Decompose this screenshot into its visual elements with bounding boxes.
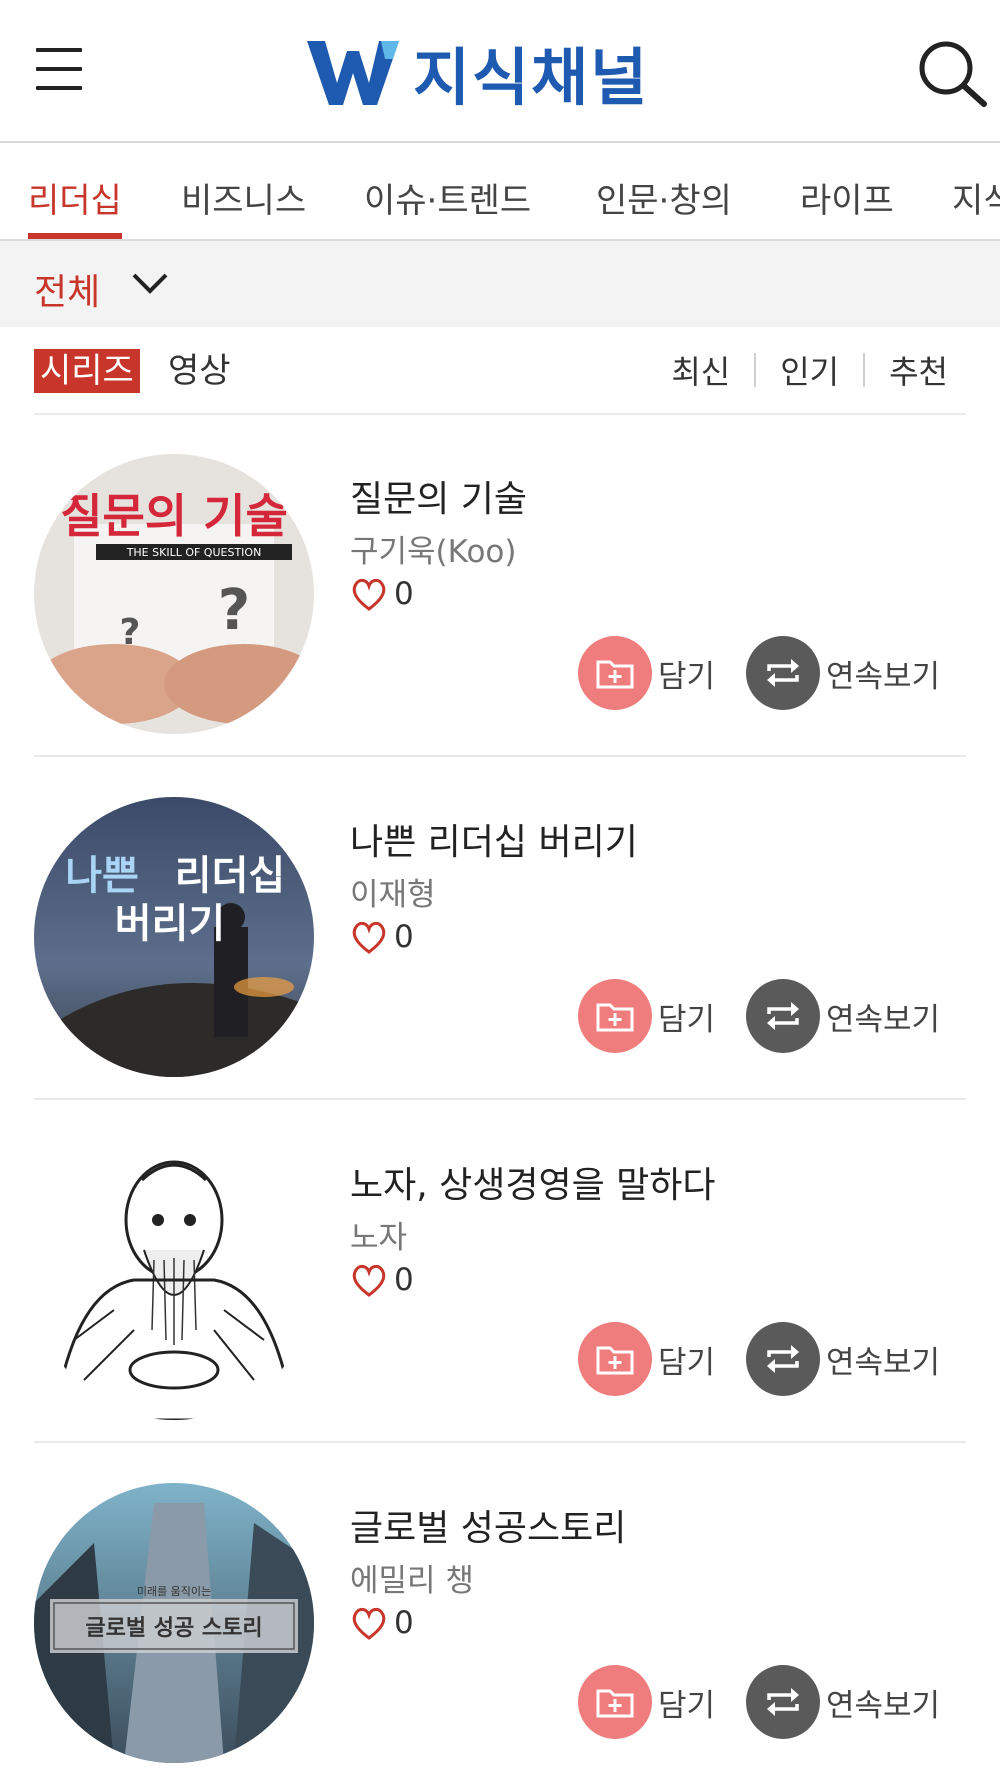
app-header: 지식채널: [0, 0, 1000, 143]
tab-humanities[interactable]: 인문·창의: [596, 173, 732, 222]
thumbnail-title-a: 나쁜: [65, 853, 139, 899]
series-author: 이재형: [350, 877, 436, 913]
series-title[interactable]: 질문의 기술: [350, 470, 527, 522]
series-author: 구기욱(Koo): [350, 534, 517, 570]
like-button[interactable]: 0: [350, 1605, 414, 1641]
tab-life[interactable]: 라이프: [800, 173, 894, 222]
thumbnail-small-text: 미래를 움직이는: [137, 1585, 211, 1598]
continuous-play-button[interactable]: 연속보기: [746, 1322, 940, 1396]
save-button[interactable]: 담기: [578, 1322, 715, 1396]
subtab-video[interactable]: 영상: [168, 349, 231, 393]
tab-leadership[interactable]: 리더십: [28, 173, 122, 222]
thumbnail-title-c: 버리기: [115, 901, 225, 947]
tab-issue-trend[interactable]: 이슈·트렌드: [364, 173, 531, 222]
folder-plus-icon: [578, 636, 652, 710]
like-button[interactable]: 0: [350, 576, 414, 612]
continuous-play-button[interactable]: 연속보기: [746, 636, 940, 710]
like-count: 0: [394, 576, 414, 612]
list-item: 나쁜 리더십 버리기 나쁜 리더십 버리기 이재형 0 담기 연속보기: [0, 757, 1000, 1100]
sort-popular[interactable]: 인기: [780, 347, 839, 393]
series-thumbnail[interactable]: 나쁜 리더십 버리기: [34, 797, 314, 1077]
heart-icon: [352, 1607, 386, 1640]
tab-knowledge[interactable]: 지식: [952, 173, 1000, 222]
search-icon[interactable]: [916, 40, 988, 108]
list-item: 질문의 기술 THE SKILL OF QUESTION ? ? 질문의 기술 …: [0, 414, 1000, 757]
svg-text:?: ?: [218, 578, 250, 643]
heart-icon: [352, 921, 386, 954]
folder-plus-icon: [578, 1665, 652, 1739]
save-button[interactable]: 담기: [578, 979, 715, 1053]
list-item: 미래를 움직이는 글로벌 성공 스토리 글로벌 성공스토리 에밀리 챙 0 담기…: [0, 1443, 1000, 1778]
thumbnail-title: 글로벌 성공 스토리: [85, 1616, 262, 1641]
save-button[interactable]: 담기: [578, 1665, 715, 1739]
thumbnail-title-b: 리더십: [175, 853, 285, 899]
series-list: 질문의 기술 THE SKILL OF QUESTION ? ? 질문의 기술 …: [0, 414, 1000, 1778]
filter-label: 전체: [34, 272, 101, 313]
sort-recommended[interactable]: 추천: [889, 347, 948, 393]
repeat-icon: [746, 1665, 820, 1739]
series-author: 노자: [350, 1220, 408, 1256]
active-tab-indicator: [28, 233, 122, 239]
list-item: 노자, 상생경영을 말하다 노자 0 담기 연속보기: [0, 1100, 1000, 1443]
like-button[interactable]: 0: [350, 919, 414, 955]
divider: [754, 353, 757, 387]
series-title[interactable]: 나쁜 리더십 버리기: [350, 813, 638, 865]
series-thumbnail[interactable]: [34, 1140, 314, 1420]
continuous-play-button[interactable]: 연속보기: [746, 979, 940, 1053]
continuous-play-label: 연속보기: [826, 1687, 941, 1724]
filter-bar[interactable]: 전체: [0, 241, 1000, 327]
thumbnail-title: 질문의 기술: [60, 489, 288, 543]
save-label: 담기: [658, 658, 716, 695]
chevron-down-icon: [132, 273, 168, 294]
logo-text: 지식채널: [413, 41, 650, 114]
series-title[interactable]: 노자, 상생경영을 말하다: [350, 1156, 716, 1208]
continuous-play-label: 연속보기: [826, 1001, 941, 1038]
save-button[interactable]: 담기: [578, 636, 715, 710]
save-label: 담기: [658, 1687, 716, 1724]
continuous-play-button[interactable]: 연속보기: [746, 1665, 940, 1739]
category-tabs: 리더십 비즈니스 이슈·트렌드 인문·창의 라이프 지식: [0, 143, 1000, 241]
continuous-play-label: 연속보기: [826, 658, 941, 695]
w-logo-icon: [307, 41, 399, 105]
series-author: 에밀리 챙: [350, 1563, 474, 1599]
tab-business[interactable]: 비즈니스: [181, 173, 306, 222]
series-title[interactable]: 글로벌 성공스토리: [350, 1499, 626, 1551]
repeat-icon: [746, 1322, 820, 1396]
content-type-bar: 시리즈 영상 최신 인기 추천: [0, 327, 1000, 415]
series-thumbnail[interactable]: 질문의 기술 THE SKILL OF QUESTION ? ?: [34, 454, 314, 734]
like-count: 0: [394, 1605, 414, 1641]
sort-latest[interactable]: 최신: [671, 347, 730, 393]
sort-options: 최신 인기 추천: [671, 347, 948, 393]
folder-plus-icon: [578, 1322, 652, 1396]
series-thumbnail[interactable]: 미래를 움직이는 글로벌 성공 스토리: [34, 1483, 314, 1763]
continuous-play-label: 연속보기: [826, 1344, 941, 1381]
svg-text:?: ?: [120, 612, 141, 653]
divider: [863, 353, 866, 387]
save-label: 담기: [658, 1001, 716, 1038]
heart-icon: [352, 1264, 386, 1297]
save-label: 담기: [658, 1344, 716, 1381]
thumbnail-subtitle: THE SKILL OF QUESTION: [126, 546, 262, 559]
like-button[interactable]: 0: [350, 1262, 414, 1298]
hamburger-menu-icon[interactable]: [36, 46, 82, 92]
repeat-icon: [746, 636, 820, 710]
heart-icon: [352, 578, 386, 611]
like-count: 0: [394, 919, 414, 955]
logo[interactable]: 지식채널: [307, 34, 649, 114]
like-count: 0: [394, 1262, 414, 1298]
repeat-icon: [746, 979, 820, 1053]
subtab-series[interactable]: 시리즈: [34, 349, 140, 393]
folder-plus-icon: [578, 979, 652, 1053]
